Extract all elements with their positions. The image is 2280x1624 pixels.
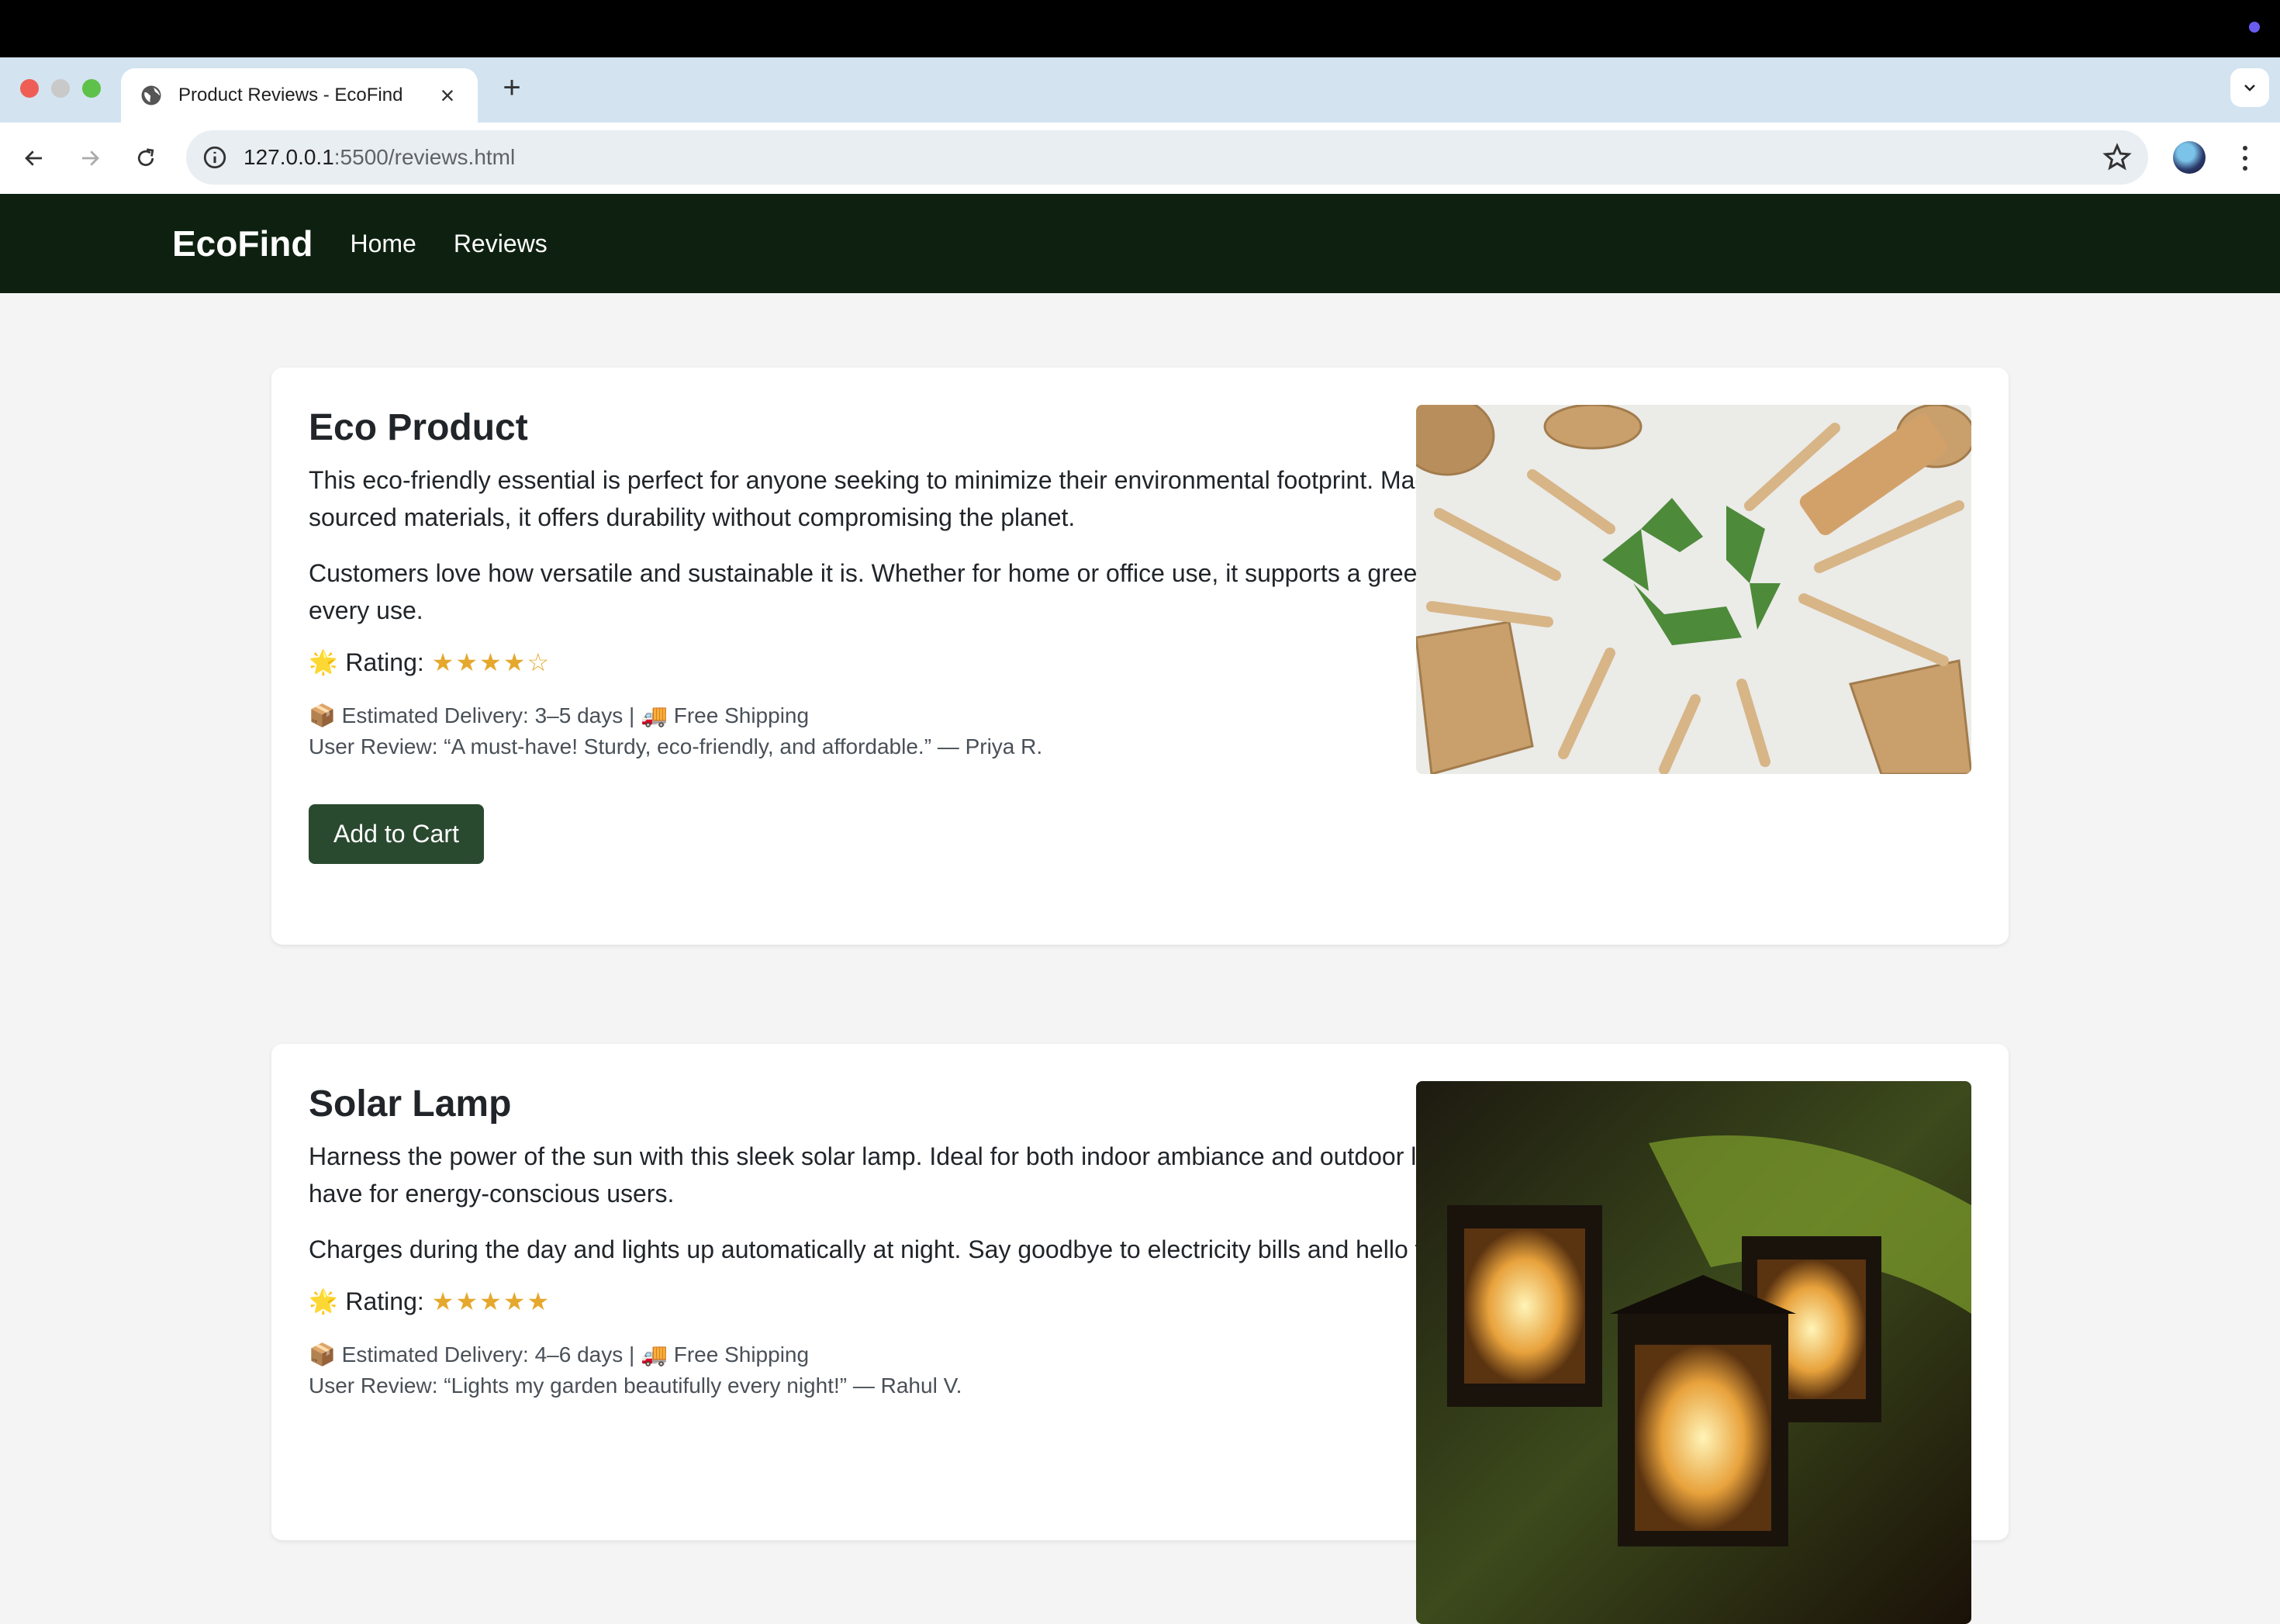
nav-link-home[interactable]: Home <box>350 230 416 258</box>
reload-icon <box>137 148 154 167</box>
status-dot-icon <box>2249 22 2260 33</box>
bookmark-star-icon[interactable] <box>2102 142 2133 173</box>
tab-close-icon[interactable]: × <box>436 83 459 108</box>
tab-search-button[interactable] <box>2230 68 2269 107</box>
globe-icon <box>141 85 161 105</box>
sparkle-icon: 🌟 <box>309 1288 338 1315</box>
rating-stars: ★★★★★ <box>431 1287 551 1315</box>
rating-label: Rating: <box>345 648 424 676</box>
minimize-window-button[interactable] <box>51 79 70 98</box>
close-window-button[interactable] <box>20 79 39 98</box>
address-bar[interactable]: 127.0.0.1:5500/reviews.html <box>186 130 2148 185</box>
site-info-icon[interactable] <box>202 144 228 171</box>
product-image <box>1416 405 1971 774</box>
url-host: 127.0.0.1 <box>244 145 334 169</box>
site-navbar: EcoFind Home Reviews <box>0 194 2280 293</box>
product-card: Solar Lamp Harness the power of the sun … <box>271 1044 2009 1624</box>
add-to-cart-button[interactable]: Add to Cart <box>309 804 484 864</box>
rating-label: Rating: <box>345 1287 424 1315</box>
browser-menu-icon[interactable] <box>2233 141 2257 175</box>
url-text[interactable]: 127.0.0.1:5500/reviews.html <box>244 145 2102 170</box>
back-button[interactable] <box>17 141 51 175</box>
chevron-down-icon <box>2244 85 2255 92</box>
brand-logo[interactable]: EcoFind <box>172 223 313 264</box>
forward-button[interactable] <box>73 141 107 175</box>
url-path: :5500/reviews.html <box>333 145 516 169</box>
maximize-window-button[interactable] <box>82 79 101 98</box>
tab-title: Product Reviews - EcoFind <box>178 85 403 105</box>
browser-tab[interactable]: Product Reviews - EcoFind × <box>121 68 478 123</box>
browser-tabstrip: Product Reviews - EcoFind × + <box>0 57 2280 123</box>
new-tab-button[interactable]: + <box>496 72 527 104</box>
nav-link-reviews[interactable]: Reviews <box>454 230 548 258</box>
arrow-left-icon <box>25 150 42 166</box>
rating-stars: ★★★★☆ <box>431 648 551 676</box>
solar-lamp-image <box>1416 1081 1971 1624</box>
profile-avatar[interactable] <box>2173 141 2206 174</box>
arrow-right-icon <box>82 150 99 166</box>
eco-products-image <box>1416 405 1971 774</box>
os-menu-bar <box>0 0 2280 57</box>
browser-toolbar: 127.0.0.1:5500/reviews.html <box>0 123 2280 194</box>
product-card: Eco Product This eco-friendly essential … <box>271 368 2009 945</box>
product-image <box>1416 1081 1971 1624</box>
reload-button[interactable] <box>129 141 163 175</box>
sparkle-icon: 🌟 <box>309 649 338 676</box>
